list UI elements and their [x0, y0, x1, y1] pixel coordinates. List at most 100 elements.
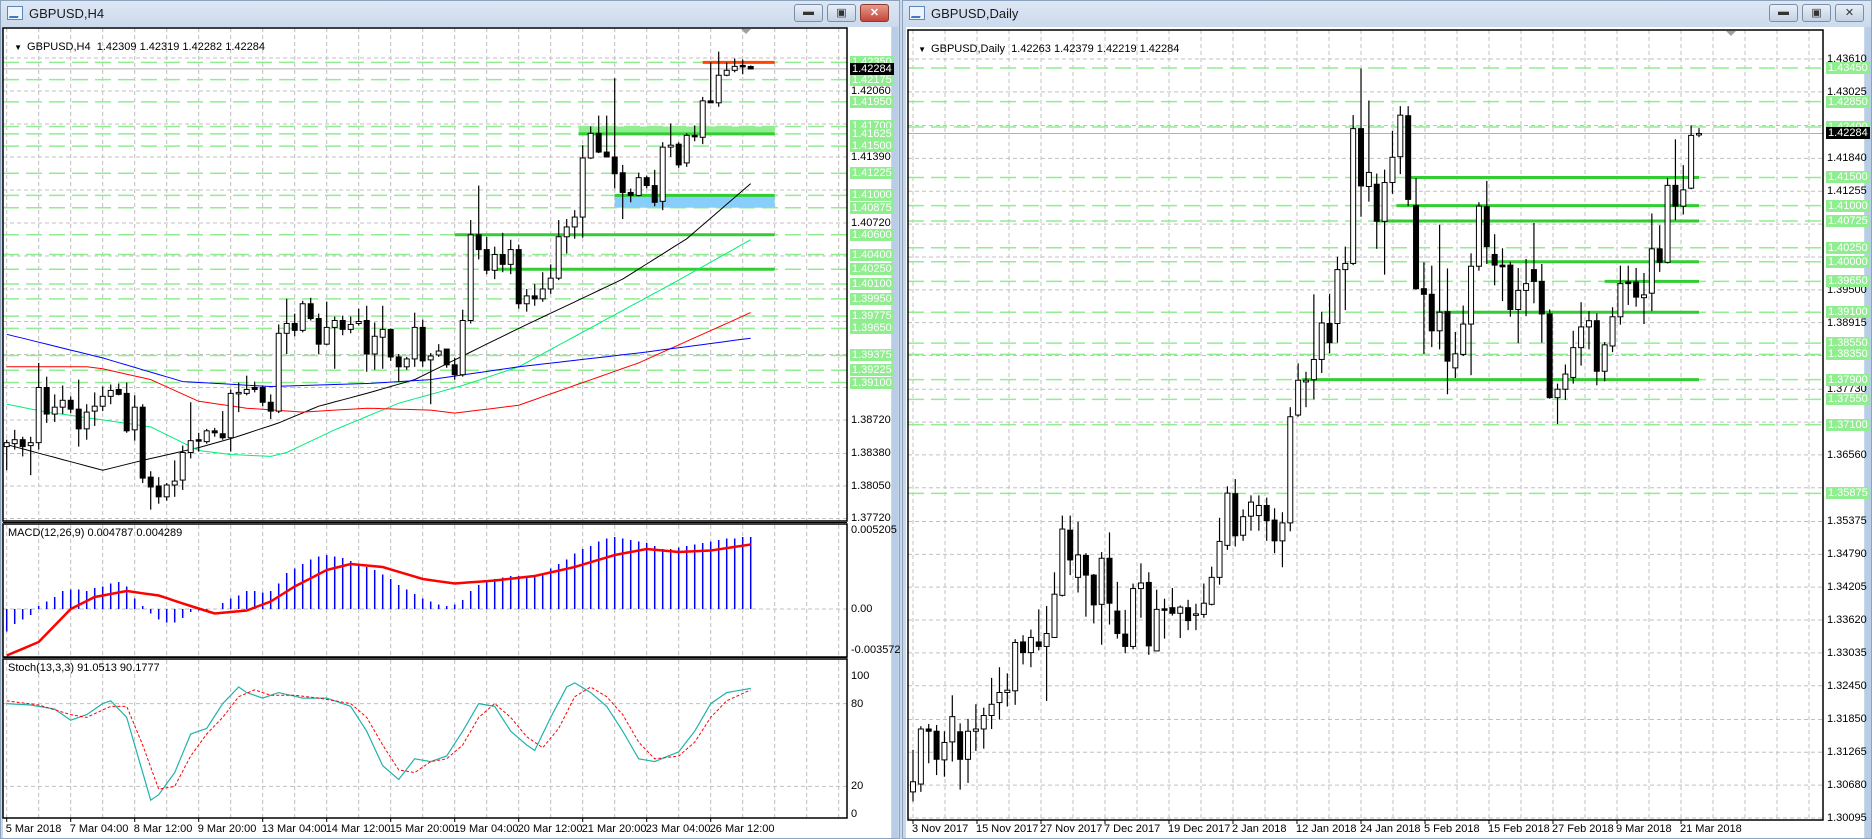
candle: [933, 725, 940, 776]
price-level-label: 1.38550: [1826, 337, 1870, 350]
candle: [379, 305, 386, 369]
candle: [980, 707, 987, 749]
candle: [1012, 639, 1019, 705]
candle-body: [1059, 528, 1066, 596]
candle-body: [1593, 320, 1600, 372]
time-axis-label: 21 Mar 2018: [1680, 823, 1742, 835]
candle-body: [1373, 183, 1380, 222]
price-level-label: 1.40100: [850, 278, 894, 291]
candle-body: [91, 405, 98, 412]
candle-body: [435, 350, 442, 356]
candle: [1059, 515, 1066, 597]
candle-body: [683, 134, 690, 164]
candle-body: [972, 728, 979, 732]
candle-body: [371, 335, 378, 355]
candle-body: [1460, 323, 1467, 355]
time-axis-label: 7 Dec 2017: [1104, 823, 1161, 835]
candle-body: [1381, 182, 1388, 222]
candle-body: [747, 65, 754, 70]
candle-body: [19, 439, 26, 448]
candle-body: [1012, 642, 1019, 692]
time-axis-label: 9 Mar 2018: [1616, 823, 1672, 835]
candle-body: [443, 348, 450, 366]
candle-body: [427, 355, 434, 361]
collapse-triangle-icon[interactable]: ▼: [918, 45, 926, 54]
candle-body: [1247, 501, 1254, 517]
ma-black-line: [6, 183, 752, 471]
candle-body: [227, 392, 234, 439]
price-level-label: 1.40400: [850, 248, 894, 261]
candle: [203, 428, 210, 444]
time-axis-label: 14 Mar 12:00: [325, 823, 391, 835]
price-level-label: 1.40250: [850, 263, 894, 276]
candle: [675, 142, 682, 168]
candle-body: [949, 716, 956, 743]
candle: [187, 402, 194, 459]
candle-body: [1295, 379, 1302, 416]
stochastic-main-line: [6, 682, 751, 802]
candle: [1145, 572, 1152, 655]
candle-body: [555, 236, 562, 279]
candle-body: [395, 356, 402, 368]
price-level-label: 1.39100: [850, 376, 894, 389]
price-level-label: 1.41950: [850, 95, 894, 108]
candle: [1413, 178, 1420, 290]
candle-body: [1405, 115, 1412, 200]
candle-body: [1570, 347, 1577, 378]
price-level-label: 1.40250: [1826, 241, 1870, 254]
price-axis-label: 1.37720: [851, 512, 891, 525]
candle-body: [1523, 283, 1530, 291]
low-value: 1.42282: [182, 41, 223, 53]
candle: [75, 379, 82, 447]
candle-body: [59, 399, 66, 408]
time-axis-label: 2 Jan 2018: [1232, 823, 1287, 835]
candle: [371, 322, 378, 370]
candle: [1491, 234, 1498, 286]
macd-panel[interactable]: [3, 525, 847, 657]
candle: [1224, 486, 1231, 550]
candle: [579, 145, 586, 238]
candle: [171, 460, 178, 497]
stochastic-signal-line: [6, 686, 751, 790]
candle-body: [1137, 582, 1144, 590]
candle: [195, 432, 202, 452]
collapse-triangle-icon[interactable]: ▼: [14, 43, 22, 52]
candle-body: [1413, 205, 1420, 290]
candle-body: [1263, 504, 1270, 522]
price-zone: [614, 195, 775, 208]
candle: [299, 300, 306, 333]
price-axis-label: 1.31265: [1827, 746, 1867, 759]
candle: [1672, 139, 1679, 221]
candle: [941, 731, 948, 777]
current-price-label: 1.42284: [850, 62, 894, 75]
price-level-label: 1.40875: [850, 201, 894, 214]
price-level-label: 1.40000: [1826, 255, 1870, 268]
chart-shift-marker-icon: [1726, 31, 1736, 36]
candle-body: [1279, 522, 1286, 542]
candle: [1153, 589, 1160, 652]
candle-body: [1507, 264, 1514, 310]
candle-body: [27, 442, 34, 447]
candle: [910, 749, 916, 802]
candle-body: [1043, 633, 1050, 647]
candle: [1562, 364, 1569, 400]
candle-body: [331, 320, 338, 328]
candle: [1468, 253, 1475, 376]
candle: [1027, 629, 1034, 668]
candle: [1664, 178, 1671, 264]
stochastic-panel[interactable]: [3, 660, 847, 818]
candle-body: [515, 249, 522, 305]
daily-price-panel[interactable]: [908, 30, 1823, 820]
candle-body: [259, 386, 266, 403]
candle-body: [1075, 554, 1082, 578]
candle-body: [1027, 636, 1034, 654]
candle-body: [1098, 557, 1105, 605]
candle-body: [1625, 281, 1632, 285]
candle-body: [1067, 529, 1074, 561]
candle-body: [1318, 322, 1325, 360]
h4-price-panel[interactable]: [3, 28, 847, 521]
price-level-label: 1.39225: [850, 364, 894, 377]
candle: [467, 220, 474, 324]
candle-body: [355, 320, 362, 324]
price-axis-label: 1.38915: [1827, 316, 1867, 329]
